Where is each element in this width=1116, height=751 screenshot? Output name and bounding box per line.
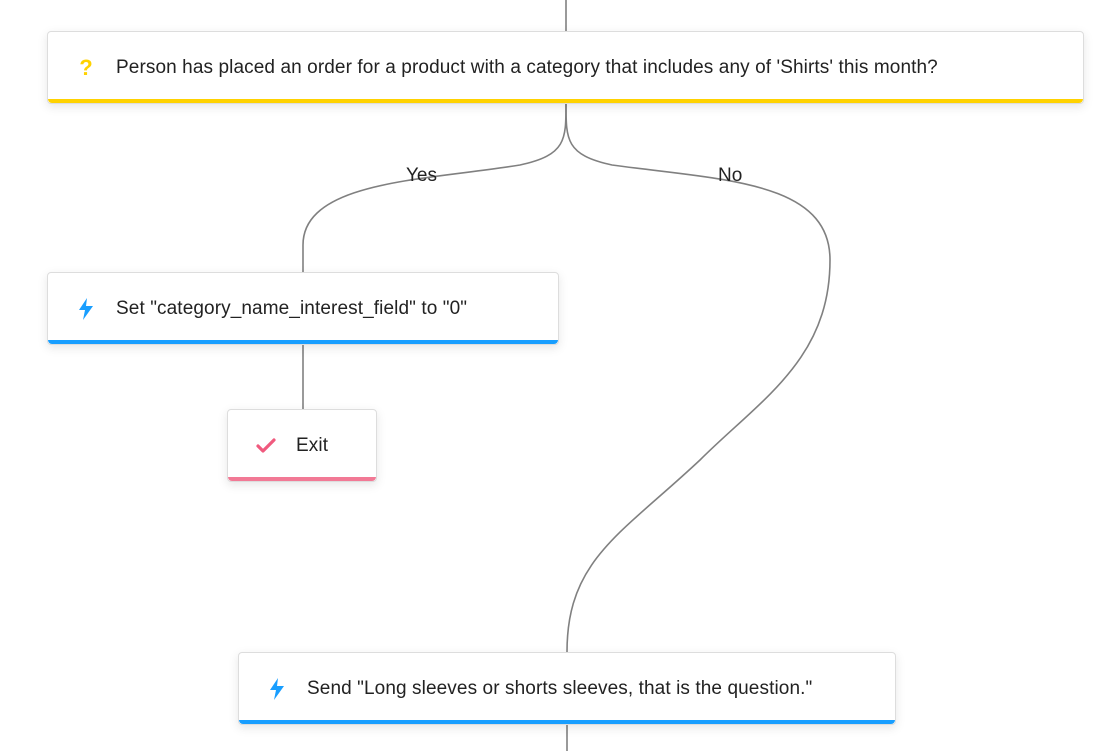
exit-node[interactable]: Exit bbox=[227, 409, 377, 482]
branch-label-no: No bbox=[718, 165, 742, 187]
set-field-stripe bbox=[48, 340, 558, 344]
send-text: Send "Long sleeves or shorts sleeves, th… bbox=[307, 678, 812, 700]
connectors bbox=[0, 0, 1116, 751]
question-icon: ? bbox=[74, 55, 98, 81]
set-field-node[interactable]: Set "category_name_interest_field" to "0… bbox=[47, 272, 559, 345]
decision-stripe bbox=[48, 99, 1083, 103]
exit-stripe bbox=[228, 477, 376, 481]
set-field-text: Set "category_name_interest_field" to "0… bbox=[116, 298, 467, 320]
branch-label-yes: Yes bbox=[406, 165, 437, 187]
decision-text: Person has placed an order for a product… bbox=[116, 57, 938, 79]
exit-text: Exit bbox=[296, 435, 328, 457]
send-stripe bbox=[239, 720, 895, 724]
check-icon bbox=[254, 438, 278, 454]
lightning-icon bbox=[265, 678, 289, 700]
decision-node[interactable]: ? Person has placed an order for a produ… bbox=[47, 31, 1084, 104]
lightning-icon bbox=[74, 298, 98, 320]
send-node[interactable]: Send "Long sleeves or shorts sleeves, th… bbox=[238, 652, 896, 725]
